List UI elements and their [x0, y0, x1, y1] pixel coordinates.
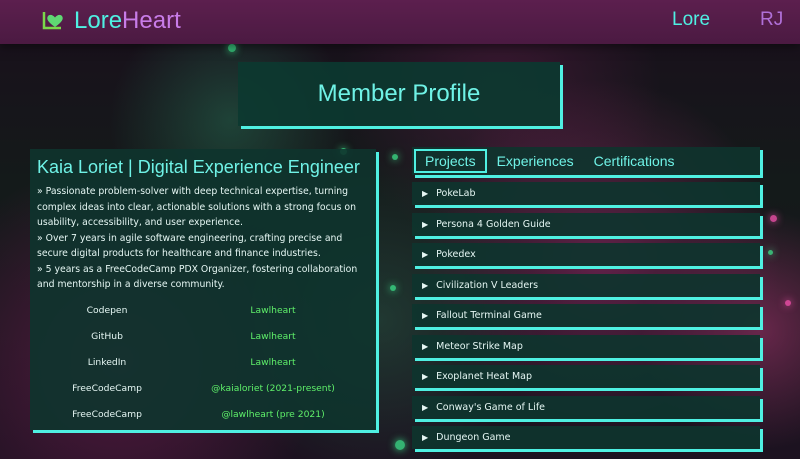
background-sparkle	[390, 285, 396, 291]
projects-panel: Projects Experiences Certifications ▶ Pok…	[412, 147, 760, 459]
logo-text-lore: Lore	[74, 7, 123, 34]
project-item-label: Conway's Game of Life	[436, 401, 546, 413]
profile-bio-line: » Passionate problem-solver with deep te…	[37, 186, 356, 228]
project-item-label: Exoplanet Heat Map	[436, 371, 533, 382]
expand-triangle-icon: ▶	[422, 280, 429, 290]
background-sparkle	[785, 300, 791, 306]
logo-text-heart: Heart	[122, 7, 181, 34]
project-item[interactable]: ▶ Dungeon Game	[412, 426, 760, 449]
link-site-label: FreeCodeCamp	[72, 383, 142, 394]
expand-triangle-icon: ▶	[422, 250, 429, 259]
expand-triangle-icon: ▶	[422, 372, 429, 381]
profile-links: Codepen Lawlheart GitHub Lawlheart Linke…	[37, 298, 369, 428]
link-github[interactable]: Lawlheart	[177, 331, 369, 342]
profile-link-row: FreeCodeCamp @kaialoriet (2021-present)	[37, 376, 369, 402]
project-item[interactable]: ▶ Fallout Terminal Game	[412, 304, 760, 327]
project-item-label: PokeLab	[436, 188, 476, 199]
link-codepen[interactable]: Lawlheart	[177, 305, 369, 316]
project-item[interactable]: ▶ PokeLab	[412, 182, 760, 205]
expand-triangle-icon: ▶	[422, 189, 429, 198]
profile-card: Kaia Loriet | Digital Experience Enginee…	[30, 149, 376, 430]
logo[interactable]: LoreHeart	[40, 8, 181, 34]
top-navigation-bar: LoreHeart Lore RJ	[0, 0, 800, 44]
user-avatar-initials[interactable]: RJ	[760, 9, 783, 31]
project-item[interactable]: ▶ Civilization V Leaders	[412, 273, 760, 297]
tab-certifications[interactable]: Certifications	[584, 149, 685, 173]
page-title: Member Profile	[317, 80, 481, 107]
profile-bio-line: » Over 7 years in agile software enginee…	[37, 232, 343, 260]
project-list: ▶ PokeLab ▶ Persona 4 Golden Guide ▶ Pokede…	[412, 182, 760, 449]
profile-bio-line: » 5 years as a FreeCodeCamp PDX Organize…	[37, 263, 358, 291]
tab-bar: Projects Experiences Certifications	[412, 147, 760, 175]
background-sparkle	[768, 250, 773, 255]
expand-triangle-icon: ▶	[422, 433, 429, 442]
expand-triangle-icon: ▶	[422, 219, 429, 229]
profile-link-row: Codepen Lawlheart	[37, 298, 369, 324]
link-freecodecamp-current[interactable]: @kaialoriet (2021-present)	[177, 383, 369, 394]
link-site-label: Codepen	[86, 305, 128, 316]
project-item-label: Dungeon Game	[436, 432, 511, 443]
profile-link-row: GitHub Lawlheart	[37, 324, 369, 350]
profile-link-row: FreeCodeCamp @lawlheart (pre 2021)	[37, 402, 369, 428]
project-item-label: Persona 4 Golden Guide	[436, 218, 551, 230]
expand-triangle-icon: ▶	[422, 402, 429, 412]
tab-experiences[interactable]: Experiences	[487, 149, 584, 173]
expand-triangle-icon: ▶	[422, 311, 429, 320]
link-site-label: FreeCodeCamp	[72, 409, 142, 420]
link-site-label: GitHub	[91, 331, 123, 342]
link-linkedin[interactable]: Lawlheart	[177, 357, 369, 368]
project-item[interactable]: ▶ Pokedex	[412, 243, 760, 266]
link-site-label: LinkedIn	[87, 357, 127, 368]
project-item-label: Civilization V Leaders	[436, 279, 539, 291]
project-item-label: Fallout Terminal Game	[436, 310, 542, 321]
profile-name: Kaia Loriet | Digital Experience Enginee…	[37, 157, 360, 177]
background-sparkle	[228, 44, 236, 52]
expand-triangle-icon: ▶	[422, 341, 429, 351]
background-sparkle	[392, 154, 398, 160]
background-sparkle	[770, 215, 777, 222]
nav-link-lore[interactable]: Lore	[672, 9, 710, 31]
project-item[interactable]: ▶ Conway's Game of Life	[412, 395, 760, 419]
link-freecodecamp-old[interactable]: @lawlheart (pre 2021)	[177, 409, 369, 420]
project-item[interactable]: ▶ Meteor Strike Map	[412, 334, 760, 358]
project-item-label: Pokedex	[436, 249, 476, 260]
page-title-box: Member Profile	[238, 62, 560, 126]
project-item[interactable]: ▶ Exoplanet Heat Map	[412, 365, 760, 388]
background-sparkle	[395, 440, 405, 450]
project-item-label: Meteor Strike Map	[436, 340, 523, 352]
logo-text: LoreHeart	[74, 8, 181, 34]
heart-logo-icon	[42, 12, 63, 30]
profile-link-row: LinkedIn Lawlheart	[37, 350, 369, 376]
tab-projects[interactable]: Projects	[414, 149, 487, 173]
project-item[interactable]: ▶ Persona 4 Golden Guide	[412, 212, 760, 236]
